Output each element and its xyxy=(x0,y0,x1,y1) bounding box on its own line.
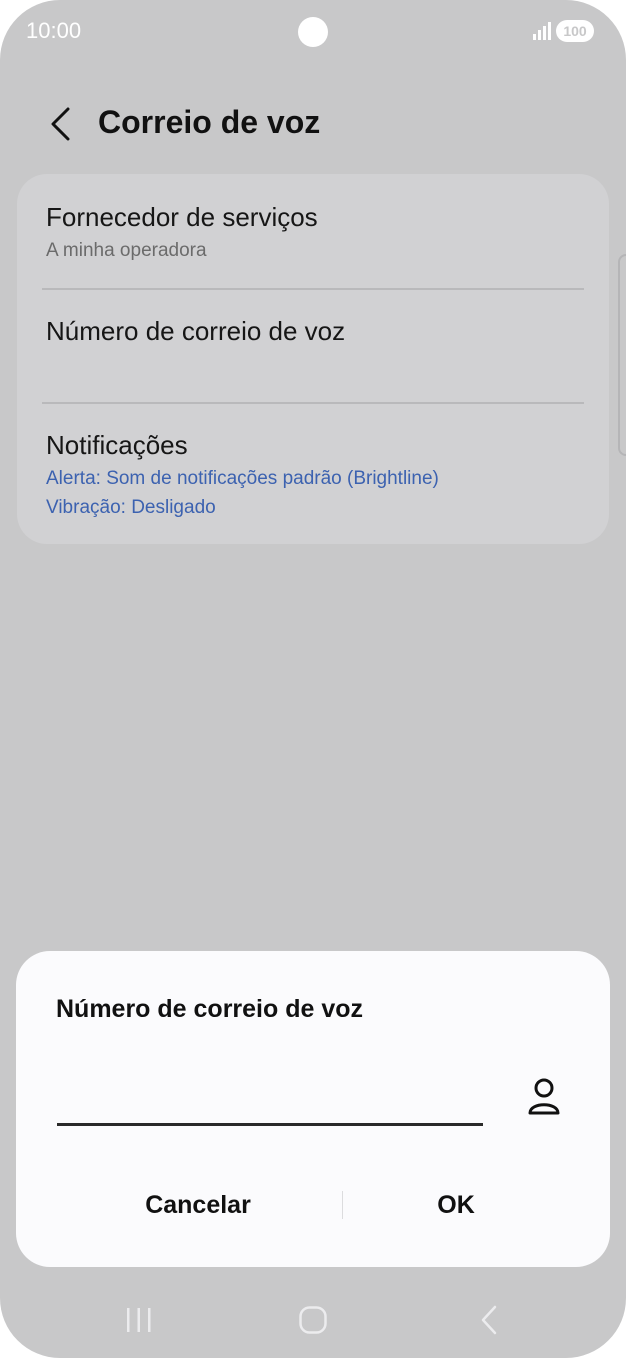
nav-back-button[interactable] xyxy=(459,1298,519,1342)
setting-title: Fornecedor de serviços xyxy=(46,202,318,232)
battery-icon: 100 xyxy=(556,20,594,42)
battery-level: 100 xyxy=(563,23,587,39)
cancel-button[interactable]: Cancelar xyxy=(58,1179,338,1231)
dialog-title: Número de correio de voz xyxy=(56,995,364,1023)
home-button[interactable] xyxy=(283,1298,343,1342)
setting-title: Número de correio de voz xyxy=(46,316,346,346)
signal-icon xyxy=(533,22,551,40)
status-time: 10:00 xyxy=(26,18,82,43)
setting-subtitle: A minha operadora xyxy=(46,240,207,261)
voicemail-number-input[interactable] xyxy=(57,1071,483,1126)
person-icon xyxy=(528,1078,560,1115)
notification-alert: Alerta: Som de notificações padrão (Brig… xyxy=(46,468,439,489)
back-icon xyxy=(481,1305,497,1335)
chevron-left-icon xyxy=(51,107,70,141)
recent-apps-icon xyxy=(127,1308,151,1332)
setting-voicemail-number[interactable]: Número de correio de voz xyxy=(17,290,609,402)
contact-picker-button[interactable] xyxy=(522,1075,566,1119)
page-title: Correio de voz xyxy=(98,104,321,140)
recent-apps-button[interactable] xyxy=(109,1298,169,1342)
ok-button[interactable]: OK xyxy=(316,1179,596,1231)
scroll-hint xyxy=(618,254,626,456)
phone-screen: 10:00 100 Correio de voz Fornecedor de s… xyxy=(0,0,626,1358)
home-icon xyxy=(299,1306,327,1334)
voicemail-number-dialog: Número de correio de voz Cancelar OK xyxy=(16,951,610,1267)
setting-notifications[interactable]: Notificações Alerta: Som de notificações… xyxy=(17,404,609,544)
setting-service-provider[interactable]: Fornecedor de serviços A minha operadora xyxy=(17,174,609,288)
back-button[interactable] xyxy=(38,100,82,148)
camera-cutout xyxy=(298,17,328,47)
settings-card: Fornecedor de serviços A minha operadora… xyxy=(17,174,609,544)
setting-title: Notificações xyxy=(46,430,188,460)
notification-vibration: Vibração: Desligado xyxy=(46,497,216,518)
